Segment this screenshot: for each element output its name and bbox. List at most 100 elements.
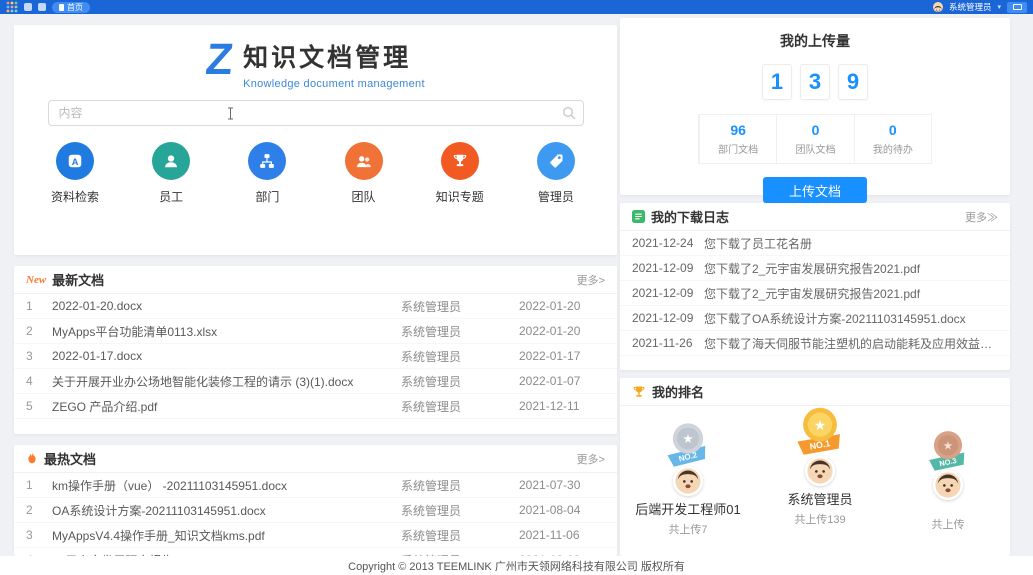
medal-no2-icon: NO.2 ★ xyxy=(661,420,715,472)
stat-item[interactable]: 0 团队文档 xyxy=(776,115,853,163)
doc-owner: 系统管理员 xyxy=(401,298,519,315)
apps-grid-icon[interactable] xyxy=(6,1,18,13)
log-text: 您下载了海天伺服节能注塑机的启动能耗及应用效益分析.xls xyxy=(704,335,998,352)
log-date: 2021-12-09 xyxy=(632,311,704,325)
nav-shortcut-icon[interactable] xyxy=(38,3,46,11)
knowledge-topic-icon xyxy=(441,142,479,180)
category-row: A 资料检索 员工 部门 xyxy=(14,142,617,205)
table-row[interactable]: 3 MyAppsV4.4操作手册_知识文档kms.pdf 系统管理员 2021-… xyxy=(14,523,617,548)
category-archive-search[interactable]: A 资料检索 xyxy=(40,142,110,205)
flame-icon xyxy=(26,452,38,466)
upload-title: 我的上传量 xyxy=(620,18,1010,51)
nav-shortcut-icon[interactable] xyxy=(24,3,32,11)
row-index: 1 xyxy=(26,299,52,313)
log-row[interactable]: 2021-12-09 您下载了OA系统设计方案-20211103145951.d… xyxy=(620,306,1010,331)
text-cursor-icon xyxy=(226,107,235,120)
category-employee[interactable]: 员工 xyxy=(136,142,206,205)
svg-text:★: ★ xyxy=(682,432,693,446)
table-row[interactable]: 1 2022-01-20.docx 系统管理员 2022-01-20 xyxy=(14,294,617,319)
table-row[interactable]: 4 2_元宇宙发展研究报告2021.pdf 系统管理员 2021-12-09 xyxy=(14,548,617,556)
latest-more-link[interactable]: 更多> xyxy=(577,272,605,288)
category-admin[interactable]: 管理员 xyxy=(521,142,591,205)
doc-owner: 系统管理员 xyxy=(401,527,519,544)
latest-docs-list: 1 2022-01-20.docx 系统管理员 2022-01-20 2 MyA… xyxy=(14,294,617,419)
rank3-avatar[interactable] xyxy=(933,470,963,500)
avatar-face-icon xyxy=(675,468,701,494)
category-team[interactable]: 团队 xyxy=(329,142,399,205)
ranking-card: 我的排名 NO.2 ★ 后端开发工程师01 共上传7 N xyxy=(620,378,1010,556)
download-log-list: 2021-12-24 您下载了员工花名册 2021-12-09 您下载了2_元宇… xyxy=(620,231,1010,356)
latest-docs-title: 最新文档 xyxy=(52,270,104,289)
archive-search-icon: A xyxy=(56,142,94,180)
download-more-link[interactable]: 更多≫ xyxy=(965,209,998,225)
upload-button[interactable]: 上传文档 xyxy=(763,177,867,203)
log-date: 2021-12-24 xyxy=(632,236,704,250)
download-log-icon xyxy=(632,210,645,223)
search-icon[interactable] xyxy=(562,106,576,120)
medal-no3-icon: NO.3 ★ xyxy=(923,428,973,476)
chevron-down-icon: ▾ xyxy=(997,3,1001,11)
row-index: 5 xyxy=(26,399,52,413)
stat-item[interactable]: 96 部门文档 xyxy=(699,115,776,163)
search-bar xyxy=(48,100,584,126)
doc-date: 2022-01-17 xyxy=(519,349,605,363)
upload-card: 我的上传量 1 3 9 96 部门文档 0 团队文档 0 我的待办 上传文档 xyxy=(620,18,1010,195)
doc-date: 2021-07-30 xyxy=(519,478,605,492)
upload-stats: 96 部门文档 0 团队文档 0 我的待办 xyxy=(698,114,932,164)
doc-name: km操作手册（vue） -20211103145951.docx xyxy=(52,477,401,494)
svg-text:★: ★ xyxy=(943,439,954,452)
log-row[interactable]: 2021-12-24 您下载了员工花名册 xyxy=(620,231,1010,256)
rank-column-2[interactable]: NO.2 ★ 后端开发工程师01 共上传7 xyxy=(628,420,748,537)
user-name[interactable]: 系统管理员 xyxy=(949,1,992,13)
stat-value: 96 xyxy=(700,122,776,138)
rank2-avatar[interactable] xyxy=(673,466,703,496)
log-text: 您下载了OA系统设计方案-20211103145951.docx xyxy=(704,310,998,327)
user-avatar[interactable] xyxy=(933,2,943,12)
svg-text:A: A xyxy=(72,157,79,167)
doc-owner: 系统管理员 xyxy=(401,323,519,340)
download-log-title: 我的下载日志 xyxy=(651,207,729,226)
avatar-face-icon xyxy=(807,458,833,484)
nav-home-pill[interactable]: 首页 xyxy=(52,2,90,13)
log-text: 您下载了员工花名册 xyxy=(704,235,998,252)
rank1-name: 系统管理员 xyxy=(755,489,885,508)
category-department[interactable]: 部门 xyxy=(232,142,302,205)
row-index: 2 xyxy=(26,503,52,517)
doc-date: 2021-08-04 xyxy=(519,503,605,517)
doc-date: 2022-01-20 xyxy=(519,324,605,338)
hot-docs-card: 最热文档 更多> 1 km操作手册（vue） -20211103145951.d… xyxy=(14,445,617,556)
table-row[interactable]: 4 关于开展开业办公场地智能化装修工程的请示 (3)(1).docx 系统管理员… xyxy=(14,369,617,394)
doc-name: MyAppsV4.4操作手册_知识文档kms.pdf xyxy=(52,527,401,544)
department-icon xyxy=(248,142,286,180)
table-row[interactable]: 2 MyApps平台功能清单0113.xlsx 系统管理员 2022-01-20 xyxy=(14,319,617,344)
admin-tag-icon xyxy=(537,142,575,180)
search-input[interactable] xyxy=(48,100,584,126)
log-text: 您下载了2_元宇宙发展研究报告2021.pdf xyxy=(704,260,998,277)
rank-column-1[interactable]: NO.1 ★ 系统管理员 共上传139 xyxy=(755,404,885,527)
logo-letter: Z xyxy=(204,38,236,82)
table-row[interactable]: 1 km操作手册（vue） -20211103145951.docx 系统管理员… xyxy=(14,473,617,498)
rank1-avatar[interactable] xyxy=(805,456,835,486)
log-row[interactable]: 2021-12-09 您下载了2_元宇宙发展研究报告2021.pdf xyxy=(620,281,1010,306)
doc-owner: 系统管理员 xyxy=(401,373,519,390)
footer: Copyright © 2013 TEEMLINK 广州市天领网络科技有限公司 … xyxy=(0,556,1033,575)
table-row[interactable]: 2 OA系统设计方案-20211103145951.docx 系统管理员 202… xyxy=(14,498,617,523)
table-row[interactable]: 5 ZEGO 产品介绍.pdf 系统管理员 2021-12-11 xyxy=(14,394,617,419)
category-knowledge-topic[interactable]: 知识专题 xyxy=(425,142,495,205)
stat-item[interactable]: 0 我的待办 xyxy=(854,115,931,163)
stat-value: 0 xyxy=(777,122,853,138)
log-row[interactable]: 2021-11-26 您下载了海天伺服节能注塑机的启动能耗及应用效益分析.xls xyxy=(620,331,1010,356)
upload-count-digit: 9 xyxy=(838,64,868,100)
log-text: 您下载了2_元宇宙发展研究报告2021.pdf xyxy=(704,285,998,302)
rank2-name: 后端开发工程师01 xyxy=(628,499,748,518)
rank1-count: 共上传139 xyxy=(755,511,885,527)
rank-column-3[interactable]: NO.3 ★ 共上传 xyxy=(896,428,1000,532)
doc-date: 2021-11-06 xyxy=(519,528,605,542)
hot-more-link[interactable]: 更多> xyxy=(577,451,605,467)
doc-name: ZEGO 产品介绍.pdf xyxy=(52,398,401,415)
log-row[interactable]: 2021-12-09 您下载了2_元宇宙发展研究报告2021.pdf xyxy=(620,256,1010,281)
table-row[interactable]: 3 2022-01-17.docx 系统管理员 2022-01-17 xyxy=(14,344,617,369)
hot-docs-title: 最热文档 xyxy=(44,449,96,468)
doc-name: 2022-01-17.docx xyxy=(52,349,401,363)
notification-icon[interactable] xyxy=(1007,2,1027,13)
